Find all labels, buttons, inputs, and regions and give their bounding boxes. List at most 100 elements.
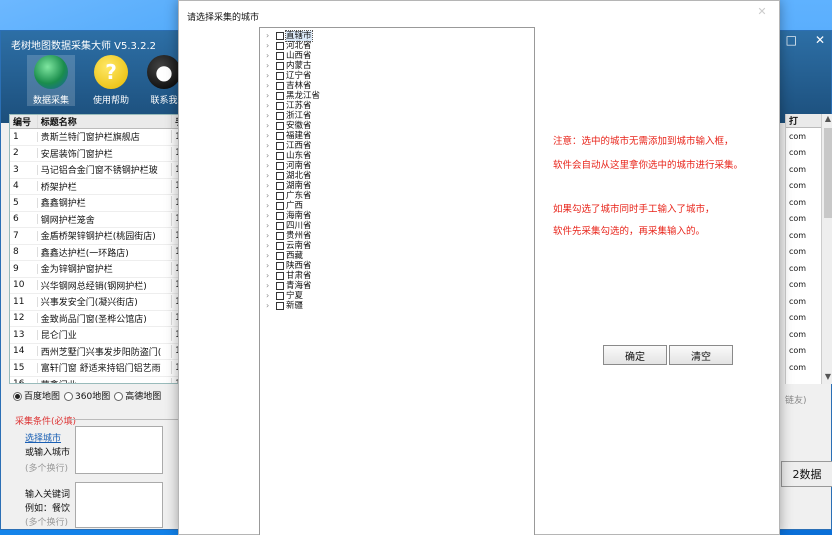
province-node[interactable]: › 陕西省 [260,261,534,271]
province-node[interactable]: › 海南省 [260,211,534,221]
table-row[interactable]: 13昆仑门业1 [10,327,182,344]
province-checkbox[interactable] [276,122,284,130]
keyword-input[interactable] [75,482,163,528]
expand-chevron-icon[interactable]: › [266,121,276,131]
expand-chevron-icon[interactable]: › [266,171,276,181]
expand-chevron-icon[interactable]: › [266,81,276,91]
province-node[interactable]: › 云南省 [260,241,534,251]
scroll-down-icon[interactable]: ▼ [822,372,832,384]
province-checkbox[interactable] [276,102,284,110]
province-checkbox[interactable] [276,292,284,300]
province-node[interactable]: › 贵州省 [260,231,534,241]
expand-chevron-icon[interactable]: › [266,31,276,41]
select-city-link[interactable]: 选择城市 [25,431,61,444]
expand-chevron-icon[interactable]: › [266,61,276,71]
table-row[interactable]: 12金致尚品门窗(圣桦公馆店)1 [10,311,182,327]
province-node[interactable]: › 江西省 [260,141,534,151]
scroll-thumb[interactable] [824,128,832,218]
table-row[interactable]: 2安居装饰门窗护栏1 [10,146,182,162]
province-checkbox[interactable] [276,132,284,140]
expand-chevron-icon[interactable]: › [266,181,276,191]
province-checkbox[interactable] [276,52,284,60]
table-row[interactable]: 1贵斯兰特门窗护栏旗舰店1 [10,129,182,146]
expand-chevron-icon[interactable]: › [266,111,276,121]
expand-chevron-icon[interactable]: › [266,191,276,201]
province-checkbox[interactable] [276,302,284,310]
expand-chevron-icon[interactable]: › [266,211,276,221]
scroll-up-icon[interactable]: ▲ [822,114,832,126]
toolbar-contact-button[interactable]: ● 联系我 [147,55,181,106]
province-node[interactable]: › 辽宁省 [260,71,534,81]
expand-chevron-icon[interactable]: › [266,251,276,261]
table-row[interactable]: 14西州芝墅门兴事发步阳防盗门(1 [10,344,182,360]
radio-gaode[interactable]: 高德地图 [114,389,161,402]
province-checkbox[interactable] [276,142,284,150]
province-checkbox[interactable] [276,202,284,210]
maximize-icon[interactable]: □ [786,33,797,47]
province-node[interactable]: › 黑龙江省 [260,91,534,101]
province-checkbox[interactable] [276,162,284,170]
expand-chevron-icon[interactable]: › [266,151,276,161]
province-checkbox[interactable] [276,42,284,50]
expand-chevron-icon[interactable]: › [266,241,276,251]
province-node[interactable]: › 青海省 [260,281,534,291]
province-checkbox[interactable] [276,92,284,100]
province-node[interactable]: › 江苏省 [260,101,534,111]
table-row[interactable]: 7金盾桥架锌钢护栏(桃园街店)1 [10,228,182,245]
province-node[interactable]: › 广西 [260,201,534,211]
province-node[interactable]: › 福建省 [260,131,534,141]
close-icon[interactable]: ✕ [815,33,825,47]
table-row[interactable]: 6钢网护栏笼舍1 [10,212,182,228]
province-node[interactable]: › 宁夏 [260,291,534,301]
table-row[interactable]: 15富轩门窗 舒适来持铝门铝艺雨1 [10,360,182,377]
province-node[interactable]: › 安徽省 [260,121,534,131]
province-checkbox[interactable] [276,222,284,230]
expand-chevron-icon[interactable]: › [266,201,276,211]
province-node[interactable]: › 湖南省 [260,181,534,191]
province-checkbox[interactable] [276,172,284,180]
radio-360[interactable]: 360地图 [64,389,110,402]
expand-chevron-icon[interactable]: › [266,91,276,101]
table-scrollbar[interactable]: ▲ ▼ [821,114,832,384]
province-node[interactable]: › 河北省 [260,41,534,51]
city-input[interactable] [75,426,163,474]
table-row[interactable]: 11兴事发安全门(凝兴街店)1 [10,294,182,311]
dialog-close-icon[interactable]: ✕ [751,5,773,21]
province-checkbox[interactable] [276,212,284,220]
province-node[interactable]: › 甘肃省 [260,271,534,281]
province-checkbox[interactable] [276,242,284,250]
province-checkbox[interactable] [276,232,284,240]
column-header-title[interactable]: 标题名称 [38,115,173,128]
expand-chevron-icon[interactable]: › [266,291,276,301]
province-checkbox[interactable] [276,252,284,260]
table-row[interactable]: 4桥架护栏1 [10,179,182,195]
expand-chevron-icon[interactable]: › [266,161,276,171]
expand-chevron-icon[interactable]: › [266,41,276,51]
clear-button[interactable]: 清空 [669,345,733,365]
expand-chevron-icon[interactable]: › [266,261,276,271]
province-node[interactable]: › 山东省 [260,151,534,161]
province-node[interactable]: › 湖北省 [260,171,534,181]
province-checkbox[interactable] [276,152,284,160]
table-row[interactable]: 10兴华钢网总经销(钢网护栏)1 [10,278,182,294]
province-node[interactable]: › 内蒙古 [260,61,534,71]
radio-baidu[interactable]: 百度地图 [13,389,60,402]
expand-chevron-icon[interactable]: › [266,131,276,141]
province-node[interactable]: › 河南省 [260,161,534,171]
province-node[interactable]: › 广东省 [260,191,534,201]
table-row[interactable]: 9金为锌钢护窗护栏1 [10,261,182,278]
table-row[interactable]: 16荣鑫门业1 [10,377,182,383]
province-checkbox[interactable] [276,112,284,120]
column-header-id[interactable]: 编号 [10,115,38,128]
province-checkbox[interactable] [276,192,284,200]
table-row[interactable]: 5鑫鑫钢护栏1 [10,195,182,212]
toolbar-data-collect-button[interactable]: 数据采集 [27,55,75,106]
table-row[interactable]: 3马记铝合金门窗不锈钢护栏玻1 [10,162,182,179]
province-checkbox[interactable] [276,272,284,280]
expand-chevron-icon[interactable]: › [266,51,276,61]
expand-chevron-icon[interactable]: › [266,221,276,231]
province-node[interactable]: › 新疆 [260,301,534,311]
province-node[interactable]: › 吉林省 [260,81,534,91]
expand-chevron-icon[interactable]: › [266,271,276,281]
table-row[interactable]: 8鑫鑫达护栏(一环路店)1 [10,245,182,261]
